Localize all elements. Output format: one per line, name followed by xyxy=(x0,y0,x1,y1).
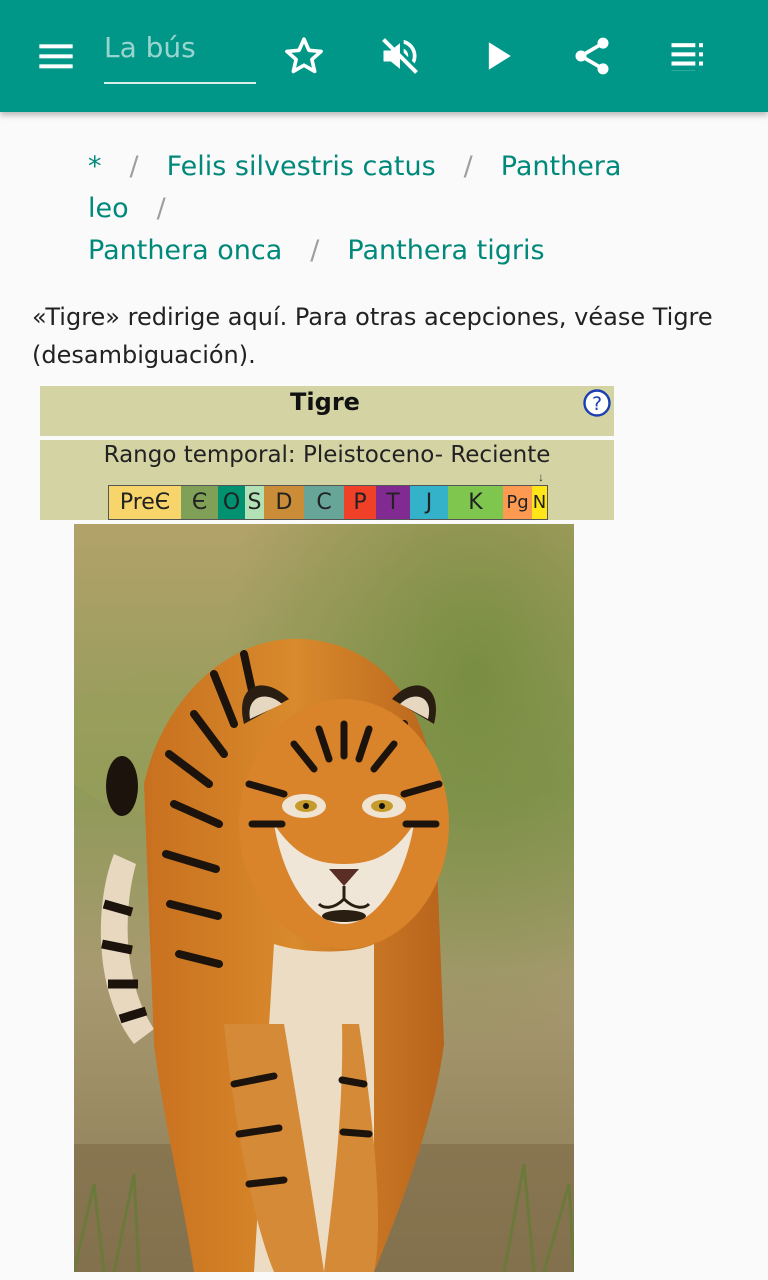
svg-text:?: ? xyxy=(592,393,602,415)
period-ordovician[interactable]: O xyxy=(218,486,245,519)
breadcrumb-item-onca[interactable]: Panthera onca xyxy=(88,235,282,266)
period-neogene[interactable]: N xyxy=(532,486,547,519)
breadcrumb-separator: / xyxy=(129,151,139,182)
search-field[interactable] xyxy=(104,22,256,84)
share-icon xyxy=(575,37,609,75)
tiger-photo[interactable] xyxy=(74,524,574,1272)
taxobox-range: Rango temporal: Pleistoceno- Reciente ↓ … xyxy=(40,440,614,520)
breadcrumb-separator: / xyxy=(463,151,473,182)
period-precambrian[interactable]: PreЄ xyxy=(109,486,181,519)
period-triassic[interactable]: T xyxy=(376,486,410,519)
temporal-range-label: Rango temporal: Pleistoceno- Reciente xyxy=(103,442,551,468)
period-devonian[interactable]: D xyxy=(264,486,304,519)
play-icon xyxy=(488,42,511,70)
playlist-icon xyxy=(671,43,704,71)
menu-button[interactable] xyxy=(28,28,84,84)
period-jurassic[interactable]: J xyxy=(410,486,448,519)
redirect-hatnote: «Tigre» redirige aquí. Para otras acepci… xyxy=(32,303,713,369)
period-paleogene[interactable]: Pg xyxy=(503,486,532,519)
breadcrumb-item-tigris[interactable]: Panthera tigris xyxy=(347,235,544,266)
help-icon[interactable]: ? xyxy=(583,389,611,417)
period-permian[interactable]: P xyxy=(344,486,376,519)
article-content: * / Felis silvestris catus / Panthera leo / Pa… xyxy=(0,112,768,1280)
menu-icon xyxy=(39,44,73,69)
taxobox-title: Tigre xyxy=(290,388,360,416)
volume-off-icon xyxy=(382,38,418,74)
app-toolbar xyxy=(0,0,768,112)
playlist-button[interactable] xyxy=(660,28,716,84)
share-button[interactable] xyxy=(564,28,620,84)
breadcrumb: * / Felis silvestris catus / Panthera leo / Pa… xyxy=(88,146,728,272)
taxobox-header: Tigre ? xyxy=(40,386,614,436)
tiger-image xyxy=(74,524,574,1272)
breadcrumb-separator: / xyxy=(156,193,166,224)
period-carboniferous[interactable]: C xyxy=(304,486,344,519)
period-cambrian[interactable]: Є xyxy=(181,486,218,519)
mute-button[interactable] xyxy=(372,28,428,84)
range-arrow: ↓ xyxy=(538,470,544,484)
geologic-timeline: PreЄ Є O S D C P T J K Pg N xyxy=(108,485,548,520)
favorite-button[interactable] xyxy=(276,28,332,84)
period-silurian[interactable]: S xyxy=(245,486,264,519)
period-cretaceous[interactable]: K xyxy=(448,486,503,519)
breadcrumb-item-root[interactable]: * xyxy=(88,151,102,182)
star-outline-icon xyxy=(285,37,323,74)
play-button[interactable] xyxy=(470,28,526,84)
breadcrumb-separator: / xyxy=(310,235,320,266)
search-input[interactable] xyxy=(104,22,256,72)
breadcrumb-item-felis[interactable]: Felis silvestris catus xyxy=(167,151,436,182)
